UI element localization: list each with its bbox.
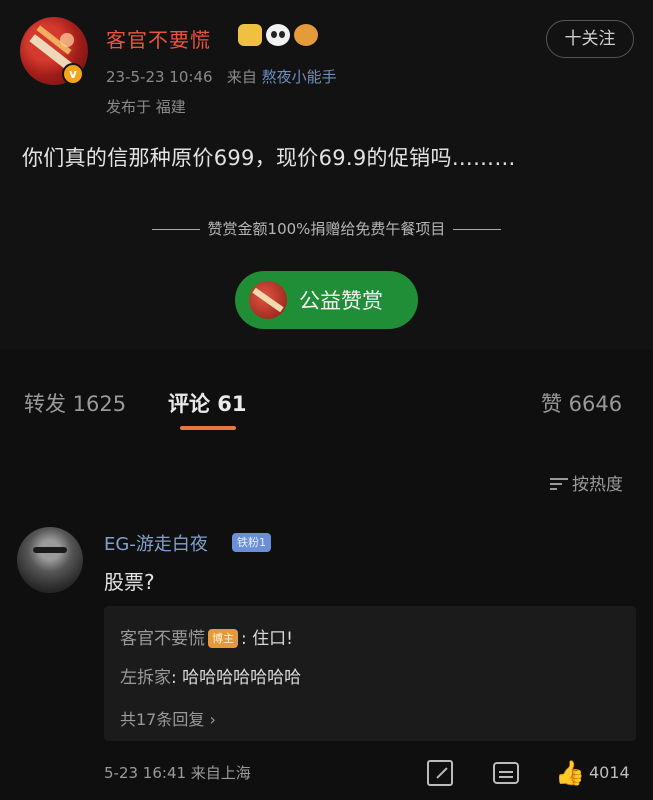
- post-source-prefix: 来自: [226, 68, 257, 86]
- reply-author[interactable]: 左拆家: [120, 668, 171, 688]
- reply-text: : 哈哈哈哈哈哈哈: [171, 668, 302, 688]
- sort-toggle[interactable]: 按热度: [550, 470, 623, 495]
- reply-item[interactable]: 客官不要慌 博主: 住口!: [120, 624, 293, 649]
- post-source[interactable]: 熬夜小能手: [262, 68, 337, 86]
- comment-text: 股票?: [104, 570, 155, 594]
- tab-repost[interactable]: 转发 1625: [24, 388, 126, 418]
- sort-icon: [550, 477, 568, 491]
- crown-icon: [238, 24, 262, 46]
- more-replies-link[interactable]: 共17条回复 ›: [120, 706, 216, 730]
- reply-item[interactable]: 左拆家: 哈哈哈哈哈哈哈: [120, 663, 301, 688]
- poster-username[interactable]: 客官不要慌: [106, 24, 211, 53]
- reward-note-text: 赞赏金额100%捐赠给免费午餐项目: [207, 220, 446, 238]
- reply-author[interactable]: 客官不要慌: [120, 629, 205, 649]
- post-text: 你们真的信那种原价699，现价69.9的促销吗………: [22, 146, 516, 170]
- post-meta: 23-5-23 10:46 来自 熬夜小能手: [106, 66, 337, 87]
- tab-likes[interactable]: 赞 6646: [541, 388, 622, 418]
- tiger-icon: [294, 24, 318, 46]
- reward-button-label: 公益赞赏: [299, 289, 383, 313]
- share-icon[interactable]: [427, 760, 453, 786]
- post-tabs: 转发 1625 评论 61 赞 6646: [0, 380, 653, 430]
- avatar-shine: [60, 33, 74, 47]
- charity-gem-icon: [249, 281, 287, 319]
- reply-box[interactable]: 客官不要慌 博主: 住口! 左拆家: 哈哈哈哈哈哈哈 共17条回复 ›: [104, 606, 636, 741]
- author-badge: 博主: [208, 629, 238, 648]
- fan-badge: 铁粉1: [232, 533, 271, 552]
- commenter-avatar[interactable]: [17, 527, 83, 593]
- follow-button[interactable]: 十关注: [546, 20, 634, 58]
- reward-note: 赞赏金额100%捐赠给免费午餐项目: [0, 218, 653, 239]
- reply-text: : 住口!: [241, 629, 293, 649]
- thumbs-up-icon[interactable]: 👍: [555, 760, 585, 786]
- active-tab-underline: [180, 426, 236, 430]
- sort-label: 按热度: [572, 475, 623, 495]
- divider-left: [151, 229, 200, 230]
- panda-icon: [266, 24, 290, 46]
- post-location: 发布于 福建: [106, 98, 186, 116]
- divider-right: [453, 229, 502, 230]
- reward-button[interactable]: 公益赞赏: [235, 271, 418, 329]
- comment-icon[interactable]: [493, 762, 519, 784]
- weibo-post: v 客官不要慌 23-5-23 10:46 来自 熬夜小能手 发布于 福建 十关…: [0, 0, 653, 350]
- user-badges: [238, 24, 318, 46]
- like-count: 4014: [589, 763, 630, 782]
- commenter-name[interactable]: EG-游走白夜: [104, 530, 208, 556]
- post-date: 23-5-23 10:46: [106, 68, 213, 86]
- tab-comments[interactable]: 评论 61: [168, 388, 247, 418]
- comment-meta: 5-23 16:41 来自上海: [104, 764, 251, 782]
- verified-v-icon: v: [62, 63, 84, 85]
